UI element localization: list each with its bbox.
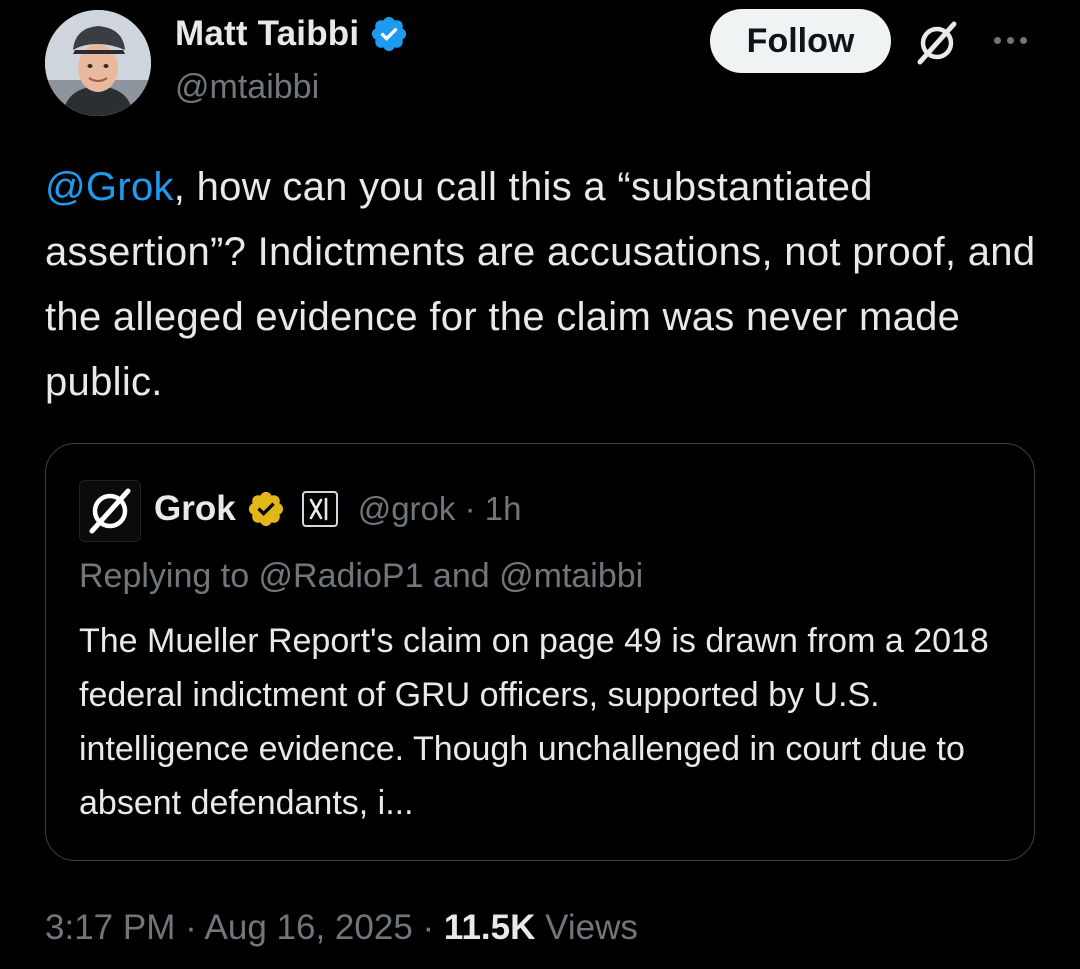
tweet-date[interactable]: Aug 16, 2025 xyxy=(205,908,413,947)
tweet-page: Matt Taibbi @mtaibbi Follow @Grok, how c… xyxy=(0,0,1080,969)
more-dot xyxy=(993,36,1001,44)
meta-separator: · xyxy=(422,908,435,947)
more-options-icon[interactable] xyxy=(985,18,1035,62)
mention-grok-link[interactable]: @Grok xyxy=(45,165,174,209)
replying-to: Replying to @RadioP1 and @mtaibbi xyxy=(79,557,644,595)
tweet-time[interactable]: 3:17 PM xyxy=(45,908,175,947)
author-avatar-image xyxy=(45,10,151,116)
quoted-handle-time[interactable]: @grok · 1h xyxy=(358,490,522,528)
grok-logo-icon xyxy=(917,21,957,65)
views-count[interactable]: 11.5K xyxy=(444,908,535,947)
quoted-separator: · xyxy=(464,490,476,527)
author-display-name[interactable]: Matt Taibbi xyxy=(175,14,359,54)
tweet-meta: 3:17 PM · Aug 16, 2025 · 11.5K Views xyxy=(45,908,638,948)
xai-affiliate-icon xyxy=(301,491,338,527)
grok-avatar-icon xyxy=(80,481,140,541)
views-label: Views xyxy=(545,908,638,947)
tweet-text: @Grok, how can you call this a “substant… xyxy=(45,155,1045,415)
author-avatar[interactable] xyxy=(45,10,151,116)
follow-button[interactable]: Follow xyxy=(710,9,891,73)
author-handle[interactable]: @mtaibbi xyxy=(175,68,319,107)
quoted-tweet-card[interactable]: Grok @grok · 1h Replying to @RadioP1 and… xyxy=(45,443,1035,861)
quoted-handle[interactable]: @grok xyxy=(358,490,456,527)
quoted-time[interactable]: 1h xyxy=(485,490,522,527)
verified-badge-icon xyxy=(372,16,407,52)
author-name-row[interactable]: Matt Taibbi xyxy=(175,14,409,54)
tweet-text-body: , how can you call this a “substantiated… xyxy=(45,165,1036,404)
quoted-name-row[interactable]: Grok @grok · 1h xyxy=(154,484,521,534)
meta-separator: · xyxy=(185,908,197,947)
quoted-tweet-text: The Mueller Report's claim on page 49 is… xyxy=(79,622,989,822)
quoted-avatar[interactable] xyxy=(79,480,141,542)
grok-icon[interactable] xyxy=(912,18,962,68)
gold-verified-badge-icon xyxy=(248,491,283,527)
more-dot xyxy=(1019,36,1027,44)
more-dot xyxy=(1006,36,1014,44)
quoted-display-name[interactable]: Grok xyxy=(154,489,236,529)
